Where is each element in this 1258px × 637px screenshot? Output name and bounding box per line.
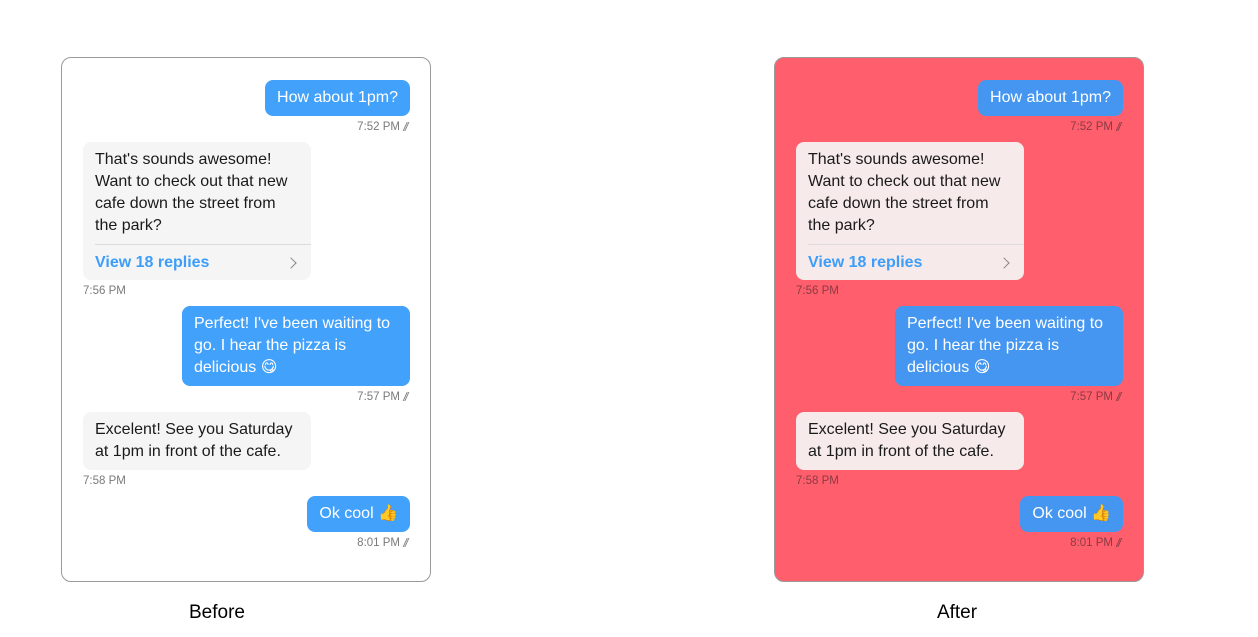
message-bubble: Perfect! I've been waiting to go. I hear… [182, 306, 410, 386]
timestamp: 7:57 PM [1070, 391, 1113, 403]
message-text: That's sounds awesome! Want to check out… [95, 151, 288, 234]
message-meta: 7:58 PM [83, 474, 126, 488]
sent-message: Perfect! I've been waiting to go. I hear… [796, 306, 1123, 404]
received-message: That's sounds awesome! Want to check out… [796, 142, 1123, 298]
double-check-icon: // [1118, 120, 1123, 134]
timestamp: 7:58 PM [83, 475, 126, 487]
timestamp: 7:56 PM [83, 285, 126, 297]
received-message: Excelent! See you Saturday at 1pm in fro… [83, 412, 410, 488]
double-check-icon: // [1118, 390, 1123, 404]
timestamp: 7:56 PM [796, 285, 839, 297]
message-bubble: How about 1pm? [978, 80, 1123, 116]
sent-message: Ok cool 👍 8:01 PM // [83, 496, 410, 550]
message-bubble: Excelent! See you Saturday at 1pm in fro… [83, 412, 311, 470]
sent-message: Perfect! I've been waiting to go. I hear… [83, 306, 410, 404]
message-meta: 7:56 PM [796, 284, 839, 298]
timestamp: 8:01 PM [1070, 537, 1113, 549]
timestamp: 8:01 PM [357, 537, 400, 549]
message-meta: 7:52 PM // [357, 120, 410, 134]
message-text: That's sounds awesome! Want to check out… [808, 151, 1001, 234]
message-list: How about 1pm? 7:52 PM // That's sounds awe… [62, 58, 430, 550]
message-meta: 8:01 PM // [357, 536, 410, 550]
view-replies-link[interactable]: View 18 replies [95, 244, 311, 280]
caption-after: After [936, 602, 978, 623]
view-replies-link[interactable]: View 18 replies [808, 244, 1024, 280]
message-list: How about 1pm? 7:52 PM // That's sounds awe… [775, 58, 1143, 550]
double-check-icon: // [405, 120, 410, 134]
message-meta: 7:57 PM // [1070, 390, 1123, 404]
chat-panel-after: How about 1pm? 7:52 PM // That's sounds awe… [774, 57, 1144, 582]
double-check-icon: // [1118, 536, 1123, 550]
received-message: That's sounds awesome! Want to check out… [83, 142, 410, 298]
double-check-icon: // [405, 536, 410, 550]
sent-message: How about 1pm? 7:52 PM // [83, 80, 410, 134]
chevron-right-icon[interactable] [998, 256, 1010, 269]
message-bubble: That's sounds awesome! Want to check out… [796, 142, 1024, 280]
message-bubble: Ok cool 👍 [307, 496, 410, 532]
received-message: Excelent! See you Saturday at 1pm in fro… [796, 412, 1123, 488]
view-replies-label[interactable]: View 18 replies [808, 252, 922, 274]
message-meta: 7:56 PM [83, 284, 126, 298]
chevron-right-icon[interactable] [285, 256, 297, 269]
message-meta: 7:52 PM // [1070, 120, 1123, 134]
chat-panel-before: How about 1pm? 7:52 PM // That's sounds awe… [61, 57, 431, 582]
sent-message: Ok cool 👍 8:01 PM // [796, 496, 1123, 550]
sent-message: How about 1pm? 7:52 PM // [796, 80, 1123, 134]
message-bubble: Excelent! See you Saturday at 1pm in fro… [796, 412, 1024, 470]
message-bubble: How about 1pm? [265, 80, 410, 116]
caption-before: Before [189, 602, 245, 623]
timestamp: 7:52 PM [1070, 121, 1113, 133]
message-bubble: Perfect! I've been waiting to go. I hear… [895, 306, 1123, 386]
timestamp: 7:52 PM [357, 121, 400, 133]
message-meta: 8:01 PM // [1070, 536, 1123, 550]
view-replies-label[interactable]: View 18 replies [95, 252, 209, 274]
message-bubble: Ok cool 👍 [1020, 496, 1123, 532]
message-meta: 7:58 PM [796, 474, 839, 488]
double-check-icon: // [405, 390, 410, 404]
timestamp: 7:58 PM [796, 475, 839, 487]
message-meta: 7:57 PM // [357, 390, 410, 404]
timestamp: 7:57 PM [357, 391, 400, 403]
message-bubble: That's sounds awesome! Want to check out… [83, 142, 311, 280]
